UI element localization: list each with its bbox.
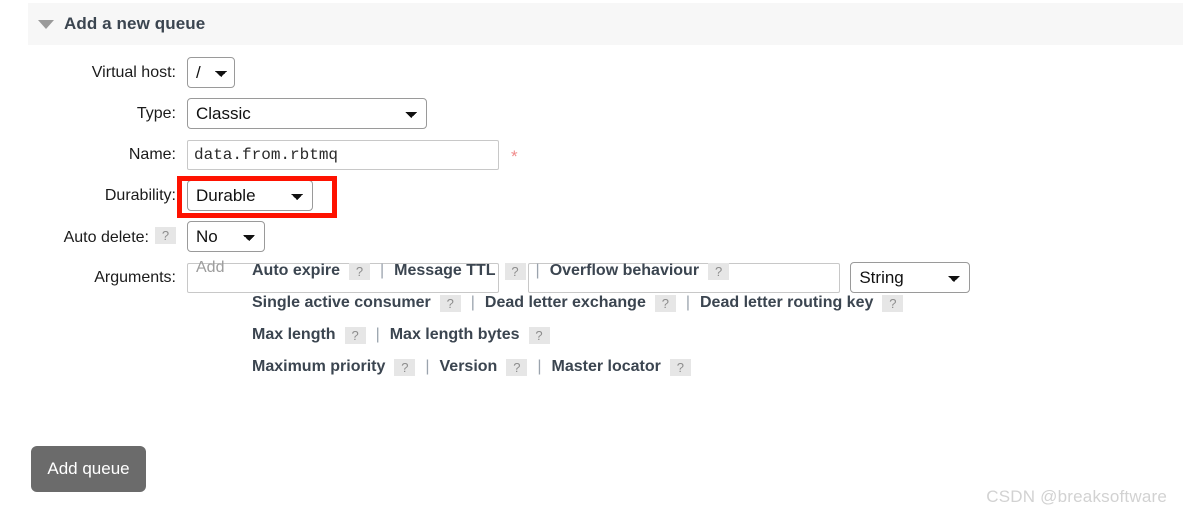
argument-separator: |: [535, 262, 540, 279]
watermark: CSDN @breaksoftware: [986, 487, 1167, 506]
form-row-durability: Durability: Durable: [0, 175, 1183, 216]
master-locator-help-icon[interactable]: ?: [669, 358, 691, 376]
argument-preset-master-locator[interactable]: Master locator: [551, 358, 660, 376]
argument-preset-row: Single active consumer ? | Dead letter e…: [252, 287, 1183, 319]
argument-preset-message-ttl[interactable]: Message TTL: [394, 262, 495, 280]
max-length-help-icon[interactable]: ?: [344, 326, 366, 344]
add-queue-button[interactable]: Add queue: [31, 446, 146, 492]
add-argument-label[interactable]: Add: [196, 259, 224, 277]
durability-field: Durable: [176, 180, 1183, 211]
argument-preset-maximum-priority[interactable]: Maximum priority: [252, 358, 385, 376]
required-marker: *: [511, 147, 518, 166]
type-field: Classic: [176, 98, 1183, 129]
virtual-host-label: Virtual host:: [91, 63, 176, 81]
durability-select[interactable]: Durable: [187, 180, 313, 211]
form-row-auto-delete: Auto delete:? No: [0, 216, 1183, 257]
durability-label: Durability:: [104, 186, 176, 204]
argument-preset-dead-letter-routing-key[interactable]: Dead letter routing key: [700, 294, 873, 312]
argument-preset-overflow-behaviour[interactable]: Overflow behaviour: [550, 262, 699, 280]
argument-preset-row: Maximum priority ? | Version ? | Master …: [252, 351, 1183, 383]
version-help-icon[interactable]: ?: [506, 358, 528, 376]
argument-preset-version[interactable]: Version: [440, 358, 498, 376]
form-row-name: Name: *: [0, 134, 1183, 175]
auto-delete-select[interactable]: No: [187, 221, 265, 252]
dead-letter-routing-key-help-icon[interactable]: ?: [882, 294, 904, 312]
argument-presets: Add Auto expire ? | Message TTL ? | Over…: [0, 255, 1183, 383]
name-label: Name:: [128, 145, 176, 163]
argument-preset-max-length-bytes[interactable]: Max length bytes: [390, 326, 520, 344]
argument-preset-single-active-consumer[interactable]: Single active consumer: [252, 294, 431, 312]
page-title: Add a new queue: [64, 14, 206, 33]
section-header[interactable]: Add a new queue: [28, 3, 1183, 45]
argument-separator: |: [685, 294, 690, 311]
single-active-consumer-help-icon[interactable]: ?: [439, 294, 461, 312]
maximum-priority-help-icon[interactable]: ?: [394, 358, 416, 376]
argument-preset-max-length[interactable]: Max length: [252, 326, 336, 344]
argument-preset-dead-letter-exchange[interactable]: Dead letter exchange: [485, 294, 646, 312]
auto-delete-label: Auto delete:?: [0, 226, 176, 247]
form-row-virtual-host: Virtual host: /: [0, 52, 1183, 93]
dead-letter-exchange-help-icon[interactable]: ?: [654, 294, 676, 312]
caret-down-icon[interactable]: [38, 19, 54, 29]
argument-separator: |: [380, 262, 385, 279]
argument-separator: |: [537, 358, 542, 375]
type-select[interactable]: Classic: [187, 98, 427, 129]
auto-delete-field: No: [176, 221, 1183, 252]
argument-separator: |: [470, 294, 475, 311]
form-row-type: Type: Classic: [0, 93, 1183, 134]
argument-preset-auto-expire[interactable]: Auto expire: [252, 262, 340, 280]
message-ttl-help-icon[interactable]: ?: [504, 262, 526, 280]
argument-preset-rows: Auto expire ? | Message TTL ? | Overflow…: [252, 255, 1183, 383]
name-field: *: [176, 139, 1183, 170]
auto-delete-label-text: Auto delete:: [63, 228, 149, 246]
virtual-host-select[interactable]: /: [187, 57, 235, 88]
name-input[interactable]: [187, 139, 499, 170]
argument-separator: |: [375, 326, 380, 343]
virtual-host-field: /: [176, 57, 1183, 88]
auto-delete-help-icon[interactable]: ?: [155, 226, 176, 244]
argument-preset-row: Auto expire ? | Message TTL ? | Overflow…: [252, 255, 1183, 287]
argument-separator: |: [425, 358, 430, 375]
overflow-behaviour-help-icon[interactable]: ?: [708, 262, 730, 280]
max-length-bytes-help-icon[interactable]: ?: [528, 326, 550, 344]
argument-preset-row: Max length ? | Max length bytes ?: [252, 319, 1183, 351]
type-label: Type:: [136, 104, 176, 122]
auto-expire-help-icon[interactable]: ?: [349, 262, 371, 280]
